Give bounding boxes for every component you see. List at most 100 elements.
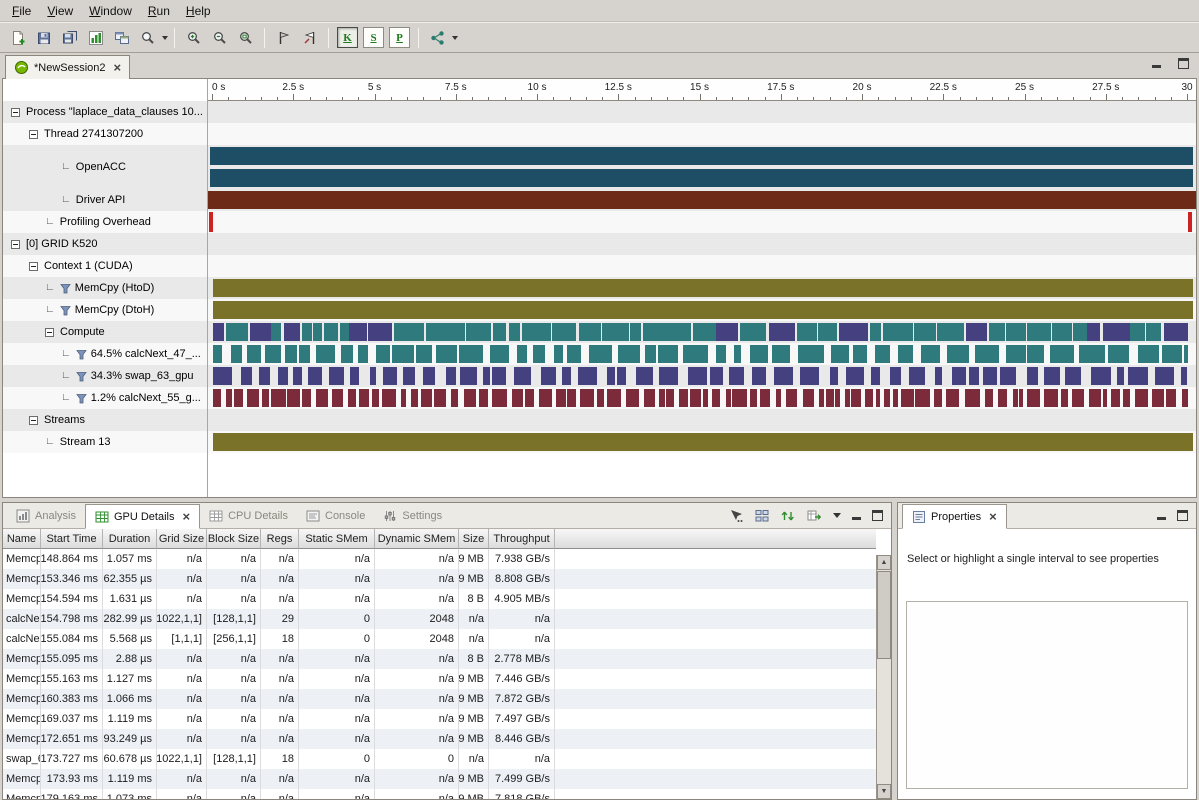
table-row[interactable]: Memcpy179.163 ms1.073 msn/an/an/an/an/a9…: [3, 789, 891, 799]
timeline-interval[interactable]: [436, 323, 465, 341]
timeline-interval[interactable]: [392, 345, 414, 363]
timeline-interval[interactable]: [1089, 389, 1101, 407]
session-tab-close-icon[interactable]: ×: [114, 62, 122, 73]
timeline-interval[interactable]: [659, 389, 665, 407]
timeline-interval[interactable]: [426, 323, 437, 341]
summarize-table-icon[interactable]: [754, 508, 770, 524]
table-row[interactable]: swap_63_gpu173.727 ms60.678 µs[1022,1,1]…: [3, 749, 891, 769]
dropdown-caret-icon[interactable]: [452, 36, 458, 40]
timeline-interval[interactable]: [492, 389, 507, 407]
timeline-interval[interactable]: [772, 345, 790, 363]
column-header-name[interactable]: Name: [3, 529, 41, 549]
timeline-interval[interactable]: [259, 367, 270, 385]
timeline-interval[interactable]: [421, 389, 432, 407]
timeline-interval[interactable]: [786, 389, 797, 407]
timeline-interval[interactable]: [876, 389, 880, 407]
timeline-interval[interactable]: [914, 323, 936, 341]
timeline-interval[interactable]: [213, 301, 1193, 319]
collapse-toggle-icon[interactable]: [29, 416, 38, 425]
zoom-in-button[interactable]: [181, 26, 206, 50]
timeline-interval[interactable]: [626, 389, 639, 407]
timeline-interval[interactable]: [479, 389, 487, 407]
timeline-row-header[interactable]: Compute: [3, 321, 207, 343]
timeline-interval[interactable]: [965, 389, 980, 407]
timeline-row-header[interactable]: ∟MemCpy (DtoH): [3, 299, 207, 321]
timeline-interval[interactable]: [483, 367, 490, 385]
timeline-interval[interactable]: [845, 389, 849, 407]
scroll-up-icon[interactable]: ▲: [877, 555, 891, 570]
timeline-interval[interactable]: [607, 389, 621, 407]
timeline-interval[interactable]: [404, 323, 423, 341]
timeline-interval[interactable]: [915, 389, 929, 407]
filter-icon[interactable]: [60, 283, 71, 294]
timeline-track-compute[interactable]: [207, 321, 1196, 343]
filter-icon[interactable]: [60, 305, 71, 316]
timeline-interval[interactable]: [803, 389, 815, 407]
timeline-interval[interactable]: [865, 389, 873, 407]
timeline-interval[interactable]: [552, 323, 577, 341]
timeline-interval[interactable]: [509, 323, 520, 341]
timeline-interval[interactable]: [556, 389, 566, 407]
timeline-row-header[interactable]: ∟64.5% calcNext_47_...: [3, 343, 207, 365]
timeline-interval[interactable]: [937, 323, 964, 341]
timeline-interval[interactable]: [819, 389, 824, 407]
timeline-interval[interactable]: [1166, 389, 1177, 407]
menu-help[interactable]: Help: [178, 2, 219, 20]
details-maximize-icon[interactable]: [872, 510, 883, 521]
save-session-button[interactable]: [31, 26, 56, 50]
timeline-row-header[interactable]: ∟34.3% swap_63_gpu: [3, 365, 207, 387]
timeline-interval[interactable]: [1103, 389, 1107, 407]
tab-gpu-details[interactable]: GPU Details×: [85, 504, 200, 529]
timeline-interval[interactable]: [921, 345, 940, 363]
timeline-interval[interactable]: [231, 345, 242, 363]
timeline-track-openacc[interactable]: [207, 145, 1196, 189]
timeline-interval[interactable]: [436, 345, 457, 363]
timeline-interval[interactable]: [688, 367, 707, 385]
table-row[interactable]: Memcpy160.383 ms1.066 msn/an/an/an/an/a9…: [3, 689, 891, 709]
tab-close-icon[interactable]: ×: [183, 511, 191, 522]
filter-icon[interactable]: [76, 393, 87, 404]
table-row[interactable]: Memcpy155.095 ms2.88 µsn/an/an/an/an/a8 …: [3, 649, 891, 669]
timeline-interval[interactable]: [383, 367, 397, 385]
timeline-interval[interactable]: [293, 367, 301, 385]
timeline-interval[interactable]: [313, 323, 322, 341]
timeline-interval[interactable]: [645, 345, 657, 363]
timeline-interval[interactable]: [411, 389, 418, 407]
table-row[interactable]: Memcpy154.594 ms1.631 µsn/an/an/an/an/a8…: [3, 589, 891, 609]
tab-cpu-details[interactable]: CPU Details: [200, 503, 297, 528]
timeline-interval[interactable]: [893, 389, 898, 407]
timeline-interval[interactable]: [213, 279, 1193, 297]
timeline-interval[interactable]: [998, 389, 1007, 407]
select-interval-icon[interactable]: [728, 508, 744, 524]
timeline-interval[interactable]: [1188, 212, 1192, 232]
timeline-interval[interactable]: [1013, 389, 1018, 407]
kernel-view-toggle-button[interactable]: K: [337, 27, 358, 48]
timeline-interval[interactable]: [241, 367, 252, 385]
timeline-interval[interactable]: [316, 345, 335, 363]
timeline-interval[interactable]: [234, 389, 243, 407]
timeline-interval[interactable]: [883, 323, 913, 341]
timeline-interval[interactable]: [1164, 323, 1188, 341]
timeline-interval[interactable]: [658, 345, 678, 363]
timeline-interval[interactable]: [1000, 367, 1017, 385]
collapse-toggle-icon[interactable]: [29, 262, 38, 271]
timeline-track-1-2-calcnext-55-g[interactable]: [207, 387, 1196, 409]
table-row[interactable]: Memcpy148.864 ms1.057 msn/an/an/an/an/a9…: [3, 549, 891, 569]
timeline-interval[interactable]: [394, 323, 404, 341]
timeline-interval[interactable]: [213, 433, 1193, 451]
timeline-track-context-1-cuda[interactable]: [207, 255, 1196, 277]
timeline-interval[interactable]: [1072, 389, 1085, 407]
filter-icon[interactable]: [76, 371, 87, 382]
timeline-interval[interactable]: [522, 323, 551, 341]
timeline-interval[interactable]: [539, 389, 552, 407]
timeline-interval[interactable]: [1138, 345, 1159, 363]
timeline-interval[interactable]: [464, 389, 476, 407]
menu-view[interactable]: View: [39, 2, 81, 20]
timeline-interval[interactable]: [1111, 389, 1120, 407]
timeline-interval[interactable]: [870, 323, 881, 341]
timeline-interval[interactable]: [643, 323, 665, 341]
timeline-interval[interactable]: [683, 345, 708, 363]
timeline-row-header[interactable]: ∟MemCpy (HtoD): [3, 277, 207, 299]
timeline-interval[interactable]: [1065, 367, 1082, 385]
timeline-interval[interactable]: [716, 323, 737, 341]
